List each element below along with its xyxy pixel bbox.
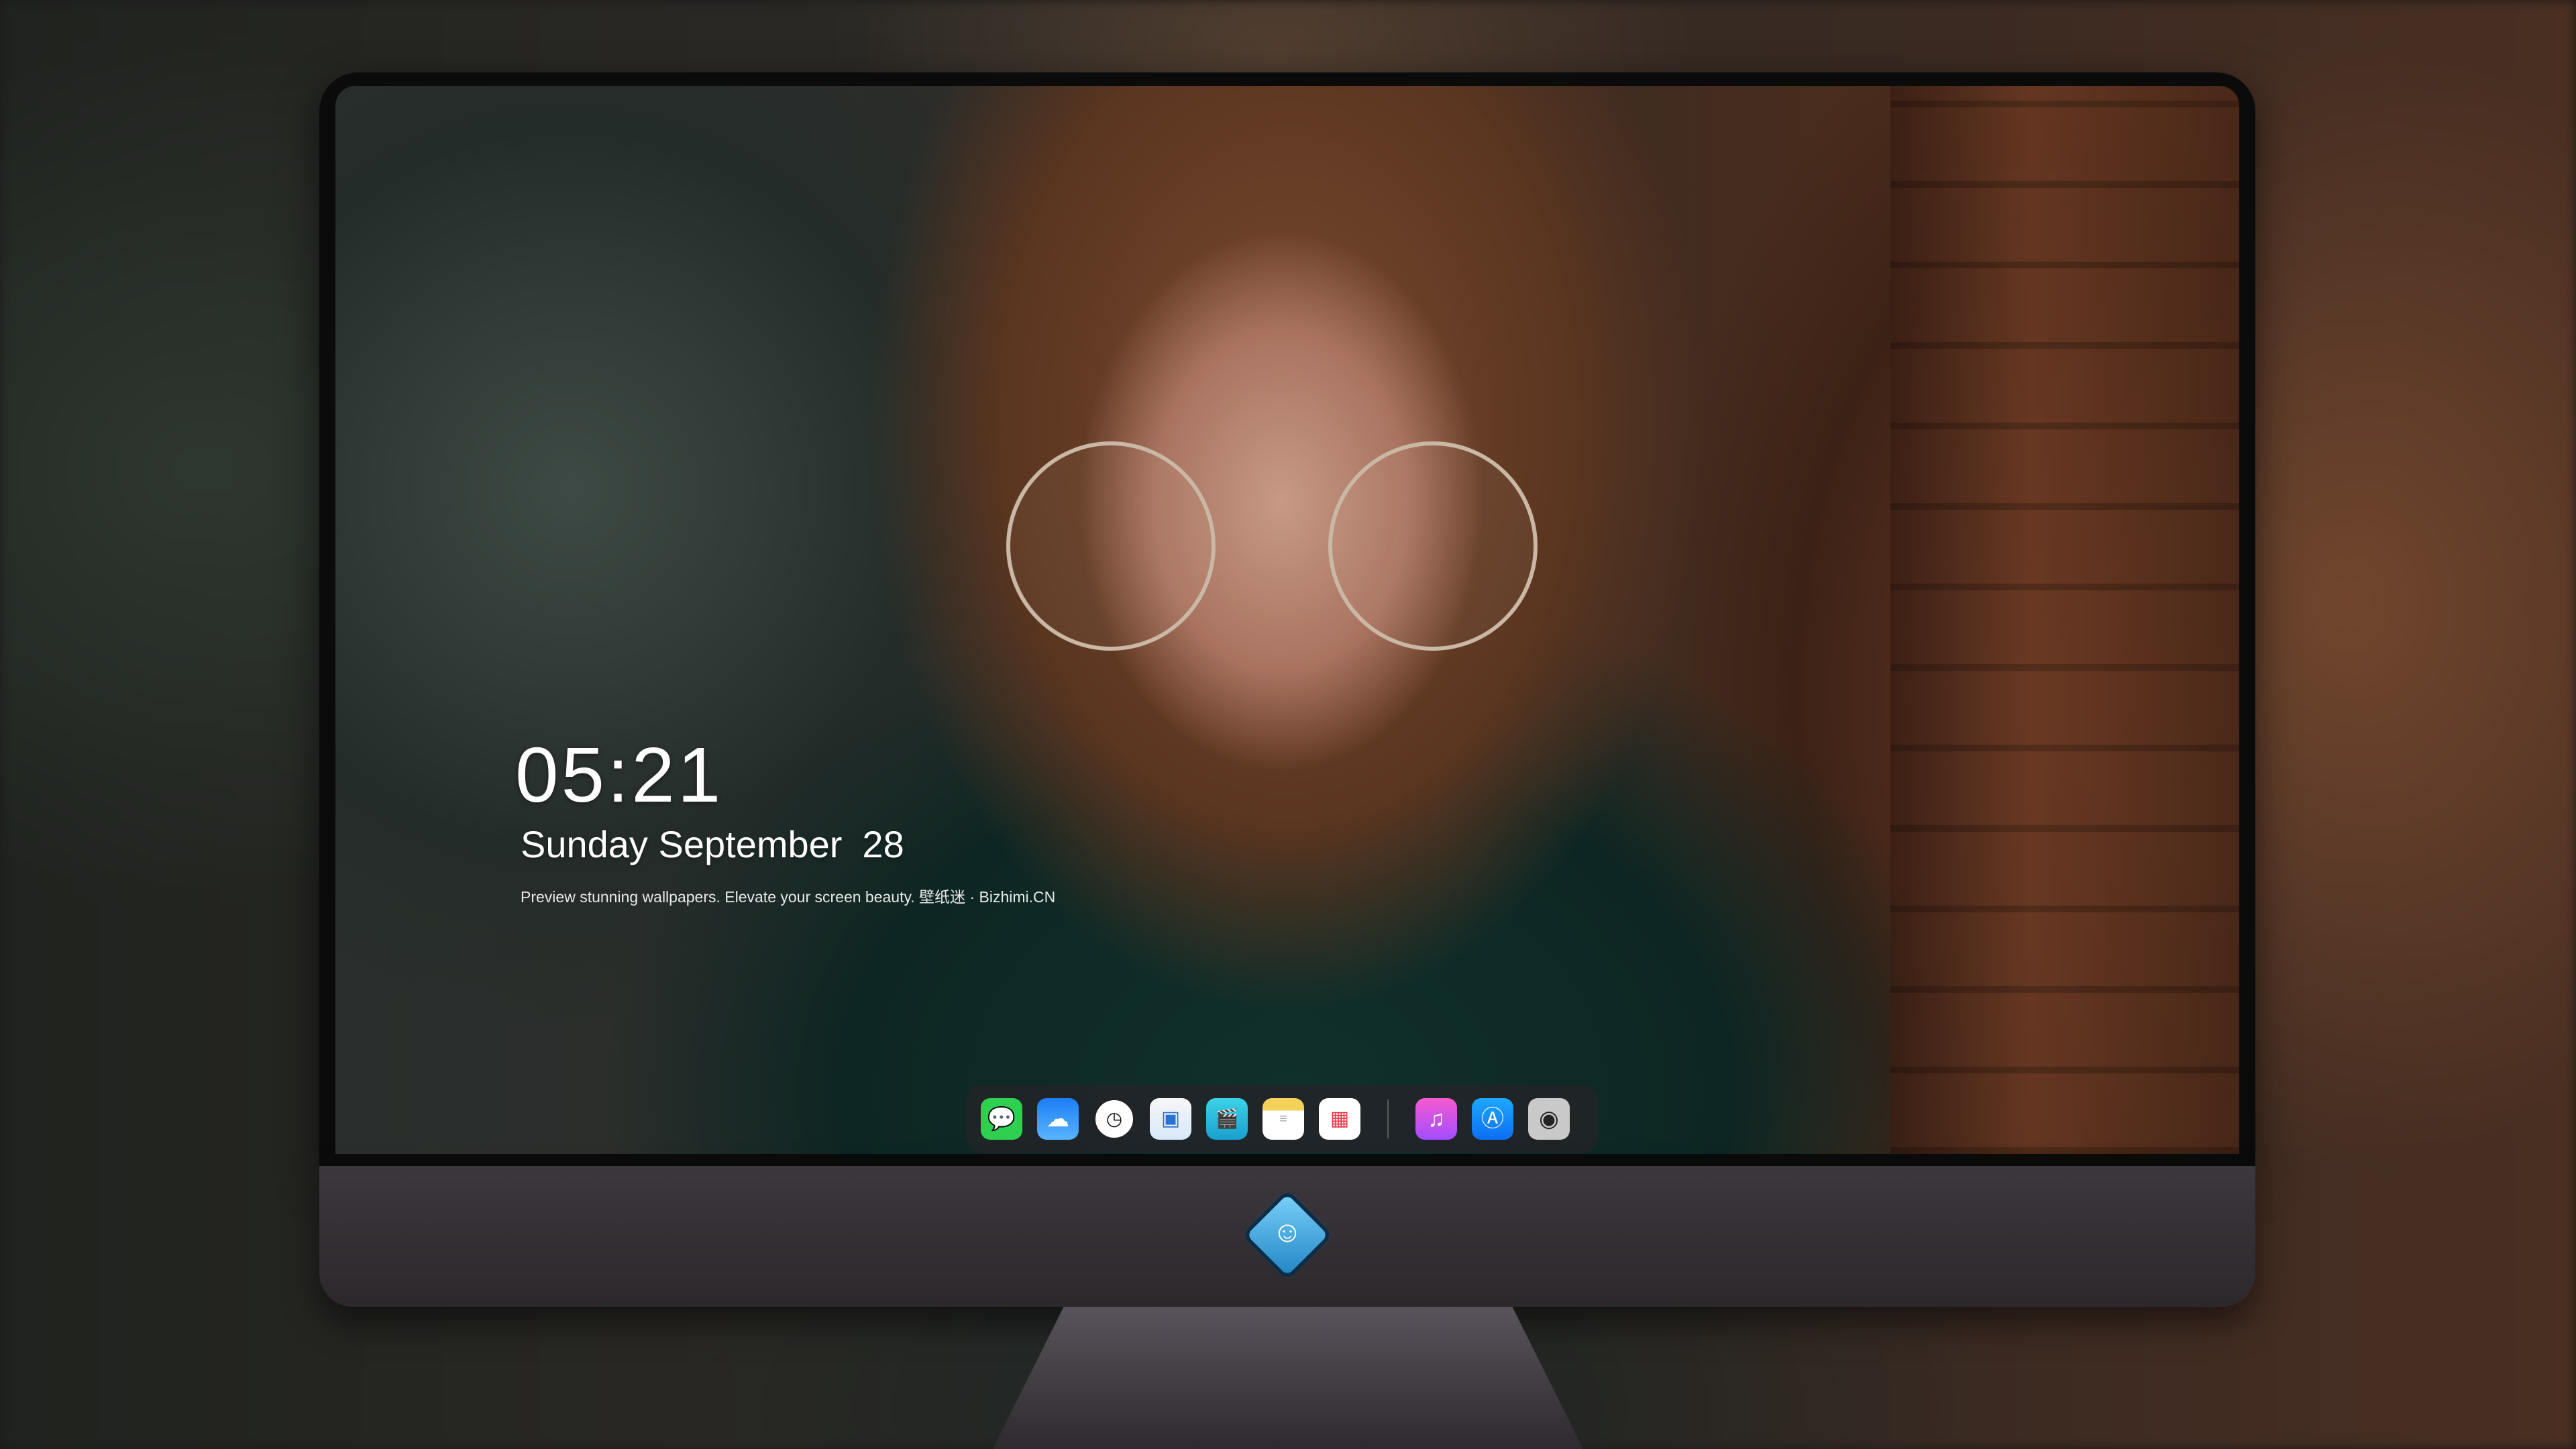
weather-glyph: ☁ xyxy=(1046,1106,1069,1132)
wallpaper-glasses-right xyxy=(1328,441,1538,651)
lock-date-day: 28 xyxy=(862,823,904,865)
camera-icon[interactable]: ◉ xyxy=(1528,1098,1570,1140)
dock: 💬 ☁ ◷ ▣ 🎬 ≡ ▦ ♫ Ⓐ ◉ xyxy=(966,1085,1598,1152)
clapper-glyph: 🎬 xyxy=(1215,1108,1239,1129)
wallpaper-brick-wall xyxy=(1890,86,2239,1154)
preview-glyph: ▣ xyxy=(1161,1108,1181,1130)
wallpaper-caption: Preview stunning wallpapers. Elevate you… xyxy=(521,888,1056,906)
weather-icon[interactable]: ☁ xyxy=(1037,1098,1079,1140)
notes-glyph: ≡ xyxy=(1279,1112,1287,1126)
wallpaper-glasses-left xyxy=(1006,441,1216,651)
lock-date: Sunday September 28 xyxy=(521,822,924,866)
dock-separator xyxy=(1387,1099,1389,1138)
app-store-glyph: Ⓐ xyxy=(1481,1106,1504,1132)
lock-date-weekday-month: Sunday September xyxy=(521,823,843,865)
app-store-icon[interactable]: Ⓐ xyxy=(1472,1098,1513,1140)
music-glyph: ♫ xyxy=(1428,1106,1445,1132)
messages-glyph: 💬 xyxy=(987,1106,1016,1132)
music-icon[interactable]: ♫ xyxy=(1415,1098,1457,1140)
photos-glyph: ▦ xyxy=(1330,1108,1350,1130)
lock-time: 05:21 xyxy=(515,731,724,818)
clock-glyph: ◷ xyxy=(1106,1108,1123,1129)
preview-icon[interactable]: ▣ xyxy=(1150,1098,1191,1140)
camera-glyph: ◉ xyxy=(1539,1106,1559,1132)
monitor-stand xyxy=(993,1307,1583,1449)
desktop-screen: 05:21 Sunday September 28 Preview stunnin… xyxy=(335,86,2239,1154)
clapper-icon[interactable]: 🎬 xyxy=(1206,1098,1248,1140)
clock-icon[interactable]: ◷ xyxy=(1093,1098,1135,1140)
messages-icon[interactable]: 💬 xyxy=(981,1098,1022,1140)
brand-logo-mark-icon: ☺ xyxy=(1272,1216,1303,1248)
photos-icon[interactable]: ▦ xyxy=(1319,1098,1360,1140)
notes-icon[interactable]: ≡ xyxy=(1263,1098,1304,1140)
